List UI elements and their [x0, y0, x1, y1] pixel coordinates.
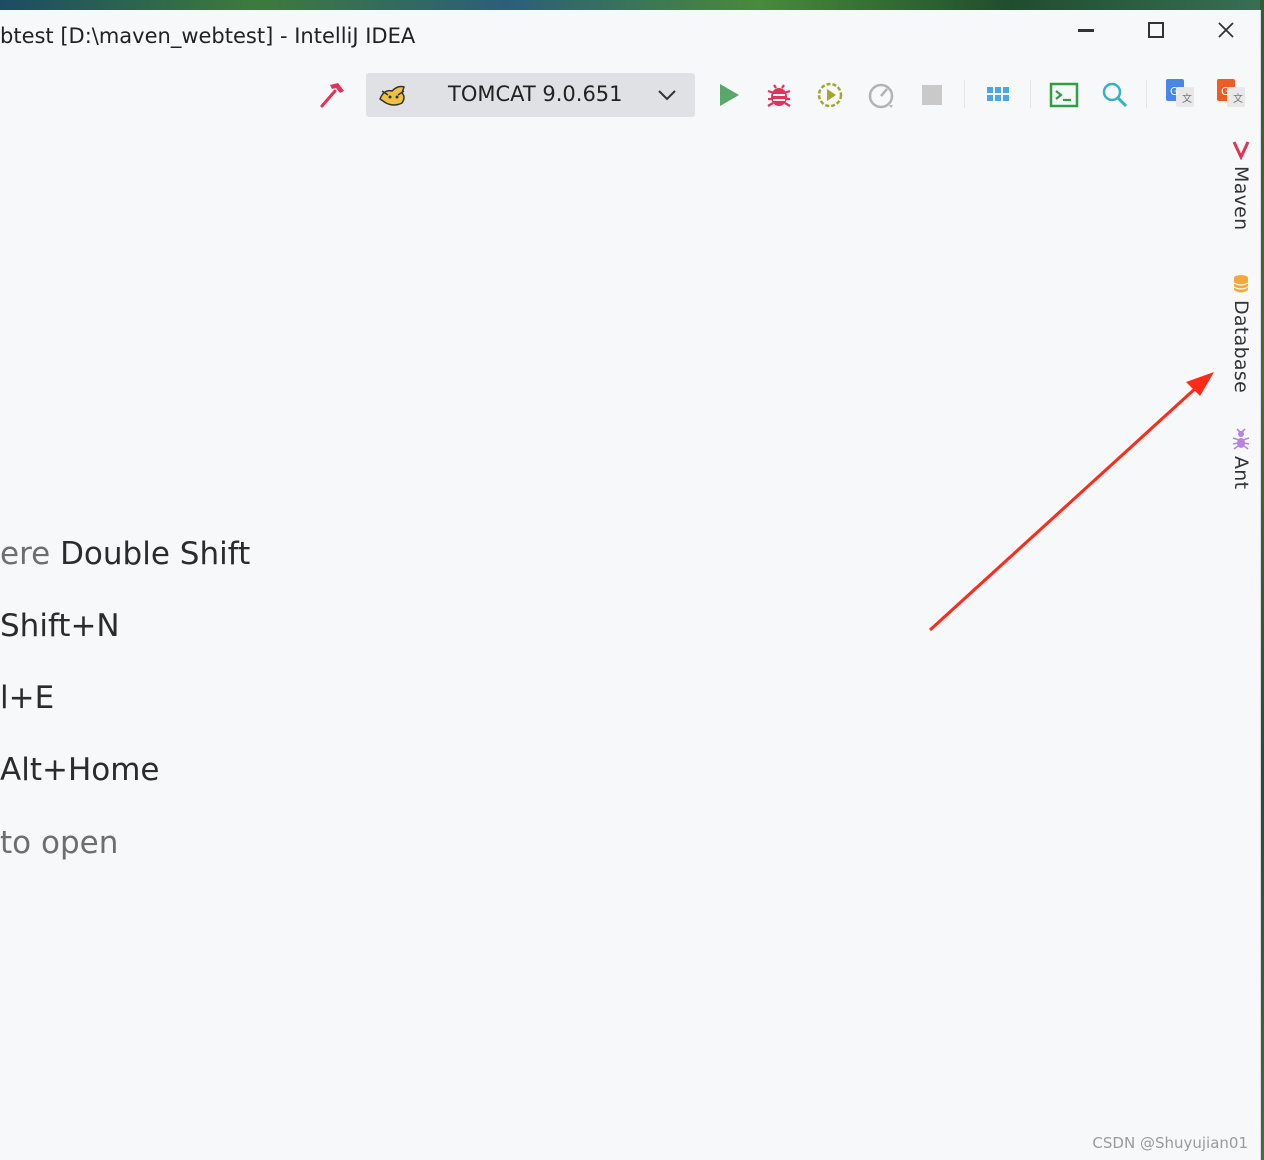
tomcat-icon — [379, 85, 405, 106]
stop-icon — [922, 85, 942, 105]
project-structure-button[interactable] — [982, 79, 1014, 111]
watermark: CSDN @Shuyujian01 — [1092, 1134, 1248, 1152]
sidebar-tab-label: Ant — [1230, 456, 1252, 490]
run-button[interactable] — [712, 79, 744, 111]
run-icon — [720, 84, 739, 106]
main-toolbar: TOMCAT 9.0.651 G 文 G 文 — [0, 68, 1260, 122]
window-title: btest [D:\maven_webtest] - IntelliJ IDEA — [0, 24, 416, 48]
minimize-icon — [1078, 29, 1094, 32]
maximize-button[interactable] — [1126, 14, 1186, 46]
search-icon — [1102, 82, 1128, 108]
translate-alt-button[interactable]: G 文 — [1215, 77, 1247, 109]
close-icon — [1218, 22, 1234, 38]
chevron-down-icon — [658, 90, 676, 101]
hint-search-everywhere: ere Double Shift — [0, 536, 250, 572]
hint-prefix: to open — [0, 825, 119, 861]
minimize-button[interactable] — [1056, 14, 1116, 46]
layout-icon — [987, 87, 1009, 101]
debug-button[interactable] — [763, 79, 795, 111]
close-button[interactable] — [1196, 14, 1256, 46]
stop-button[interactable] — [916, 79, 948, 111]
hint-shortcut: l+E — [0, 680, 55, 716]
sidebar-tab-label: Maven — [1230, 166, 1252, 231]
svg-text:G: G — [1170, 85, 1179, 98]
hint-recent-files: l+E — [0, 680, 54, 716]
svg-text:文: 文 — [1182, 92, 1192, 105]
build-button[interactable] — [316, 79, 348, 111]
sidebar-tab-ant[interactable]: Ant — [1222, 428, 1260, 489]
profiler-icon — [868, 83, 894, 109]
hint-navigation-bar: Alt+Home — [0, 752, 160, 788]
svg-text:G: G — [1221, 85, 1230, 98]
toolbar-separator — [964, 80, 965, 108]
desktop-background — [0, 0, 1264, 10]
profiler-button[interactable] — [865, 79, 897, 111]
google-translate-icon: G 文 — [1166, 79, 1194, 107]
run-with-coverage-button[interactable] — [814, 79, 846, 111]
sidebar-tab-label: Database — [1230, 300, 1252, 394]
hint-shortcut: Double Shift — [60, 536, 251, 572]
hint-goto-file: Shift+N — [0, 608, 120, 644]
translate-button[interactable]: G 文 — [1164, 77, 1196, 109]
debug-icon — [767, 84, 791, 107]
toolbar-separator — [1146, 80, 1147, 108]
terminal-icon — [1049, 82, 1079, 108]
sidebar-tab-maven[interactable]: Maven — [1222, 140, 1260, 231]
search-everywhere-button[interactable] — [1099, 79, 1131, 111]
svg-text:文: 文 — [1233, 92, 1243, 105]
toolbar-separator — [1030, 80, 1031, 108]
maven-icon — [1232, 141, 1250, 160]
ide-window: btest [D:\maven_webtest] - IntelliJ IDEA… — [0, 10, 1261, 1160]
hint-shortcut: Shift+N — [0, 608, 120, 644]
title-bar: btest [D:\maven_webtest] - IntelliJ IDEA — [0, 10, 1260, 62]
run-configuration-label: TOMCAT 9.0.651 — [448, 82, 623, 106]
sidebar-tab-database[interactable]: Database — [1222, 274, 1260, 393]
run-configuration-selector[interactable]: TOMCAT 9.0.651 — [366, 73, 695, 117]
database-icon — [1233, 275, 1249, 293]
maximize-icon — [1148, 22, 1164, 38]
hint-prefix: ere — [0, 536, 61, 572]
hint-drop-files: to open — [0, 825, 118, 861]
coverage-icon — [817, 82, 843, 108]
ant-icon — [1232, 428, 1250, 450]
google-translate-alt-icon: G 文 — [1217, 79, 1245, 107]
hammer-icon — [320, 83, 344, 108]
hint-shortcut: Alt+Home — [0, 752, 160, 788]
terminal-button[interactable] — [1048, 79, 1080, 111]
